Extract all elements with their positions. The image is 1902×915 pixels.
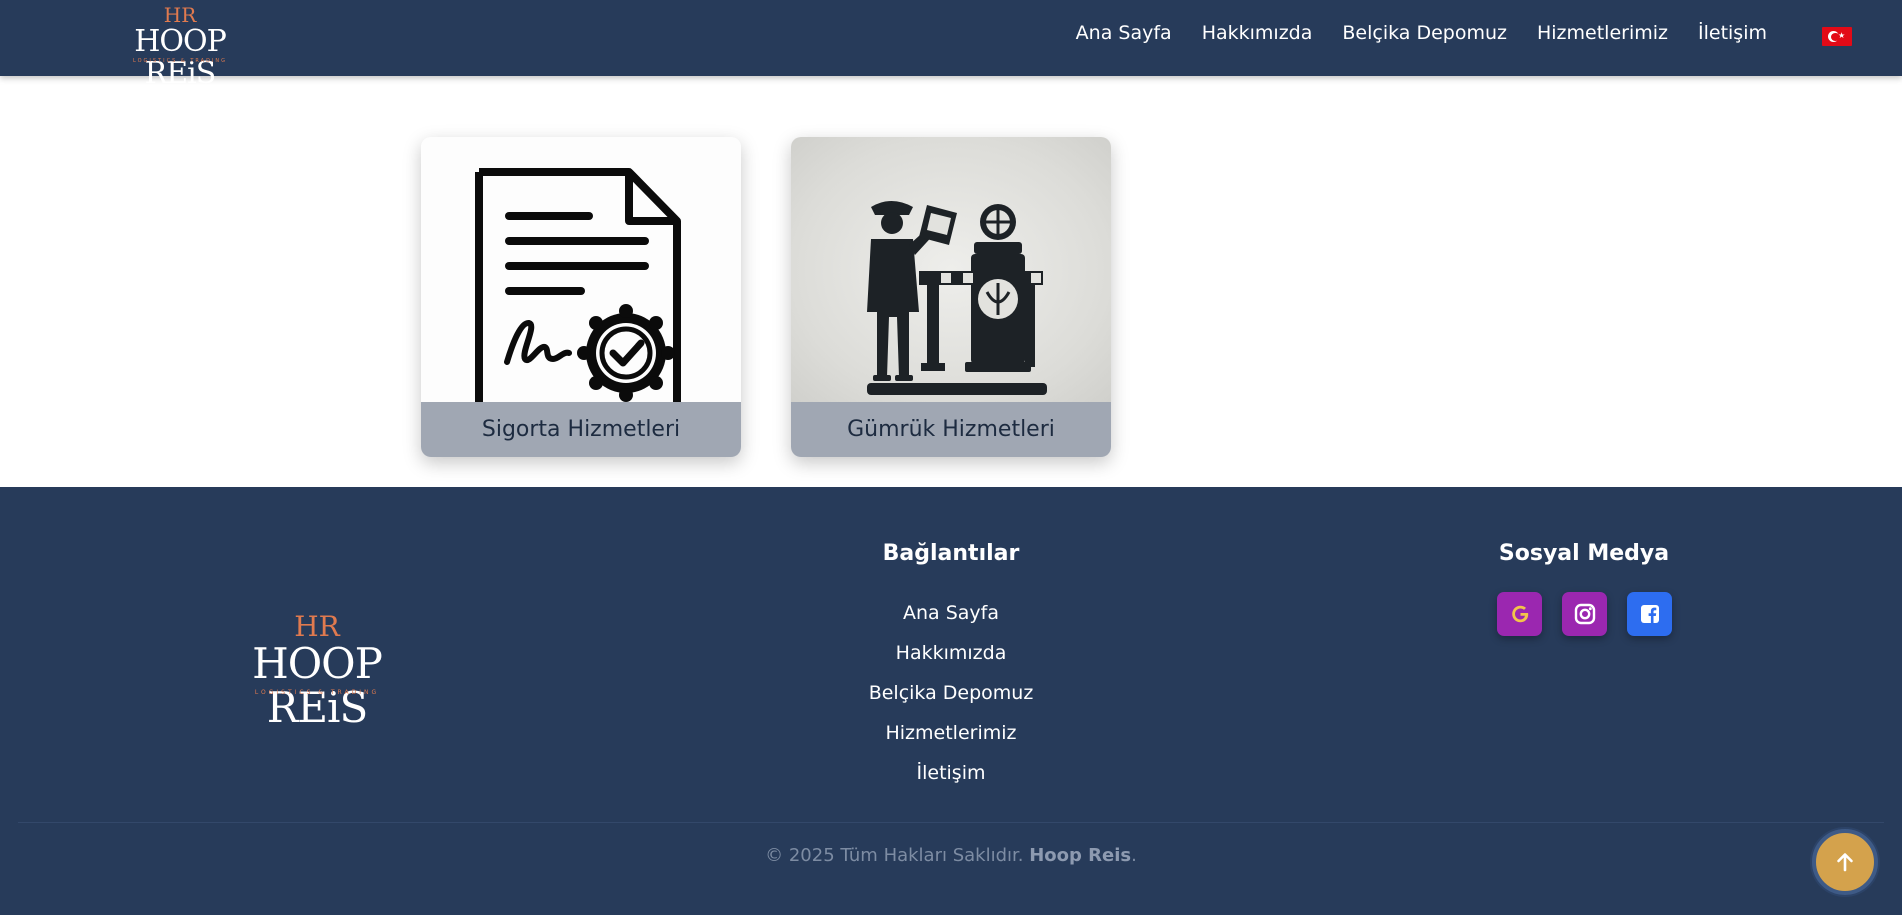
nav-contact[interactable]: İletişim xyxy=(1683,20,1782,46)
arrow-up-icon xyxy=(1837,853,1853,872)
footer-link-about[interactable]: Hakkımızda xyxy=(801,633,1101,673)
copyright: © 2025 Tüm Hakları Saklıdır. Hoop Reis. xyxy=(0,845,1902,866)
logo-mark: HR xyxy=(294,610,340,643)
footer-link-contact[interactable]: İletişim xyxy=(801,753,1101,793)
logo-mark: HR xyxy=(163,3,197,27)
logo-tagline: LOGISTICS & TRADING xyxy=(254,689,380,696)
footer-link-belgium-warehouse[interactable]: Belçika Depomuz xyxy=(801,673,1101,713)
insurance-document-icon xyxy=(421,137,741,402)
instagram-button[interactable] xyxy=(1562,592,1607,636)
back-to-top-button[interactable] xyxy=(1812,829,1878,895)
turkey-flag-icon[interactable]: ★ xyxy=(1822,27,1852,46)
facebook-icon xyxy=(1640,605,1659,623)
card-title: Gümrük Hizmetleri xyxy=(791,402,1111,457)
customs-officer-icon xyxy=(791,137,1111,402)
footer-links: Ana Sayfa Hakkımızda Belçika Depomuz Hiz… xyxy=(801,593,1101,793)
footer-divider xyxy=(18,822,1884,823)
footer-social-title: Sosyal Medya xyxy=(1498,541,1670,566)
header-logo[interactable]: HR HOOP REiS LOGISTICS & TRADING xyxy=(97,3,263,90)
nav-about[interactable]: Hakkımızda xyxy=(1187,20,1328,46)
copyright-suffix: . xyxy=(1131,845,1137,866)
main-nav: Ana Sayfa Hakkımızda Belçika Depomuz Hiz… xyxy=(1061,20,1782,46)
nav-belgium-warehouse[interactable]: Belçika Depomuz xyxy=(1327,20,1522,46)
footer-link-services[interactable]: Hizmetlerimiz xyxy=(801,713,1101,753)
nav-services[interactable]: Hizmetlerimiz xyxy=(1522,20,1683,46)
nav-home[interactable]: Ana Sayfa xyxy=(1061,20,1187,46)
card-title: Sigorta Hizmetleri xyxy=(421,402,741,457)
instagram-icon xyxy=(1574,603,1595,625)
logo-tagline: LOGISTICS & TRADING xyxy=(132,58,228,64)
service-card-insurance[interactable]: Sigorta Hizmetleri xyxy=(421,137,741,457)
site-header: HR HOOP REiS LOGISTICS & TRADING Ana Say… xyxy=(0,0,1902,90)
google-icon xyxy=(1511,605,1528,623)
footer-links-title: Bağlantılar xyxy=(882,541,1020,566)
logo-name: HOOP REiS xyxy=(252,639,383,732)
service-card-customs[interactable]: Gümrük Hizmetleri xyxy=(791,137,1111,457)
facebook-button[interactable] xyxy=(1627,592,1672,636)
google-button[interactable] xyxy=(1497,592,1542,636)
site-footer: HR HOOP REiS LOGISTICS & TRADING Bağlant… xyxy=(0,487,1902,915)
copyright-prefix: © 2025 Tüm Hakları Saklıdır. xyxy=(765,845,1030,866)
footer-link-home[interactable]: Ana Sayfa xyxy=(801,593,1101,633)
copyright-brand: Hoop Reis xyxy=(1029,845,1132,866)
footer-logo[interactable]: HR HOOP REiS LOGISTICS & TRADING xyxy=(200,610,434,730)
